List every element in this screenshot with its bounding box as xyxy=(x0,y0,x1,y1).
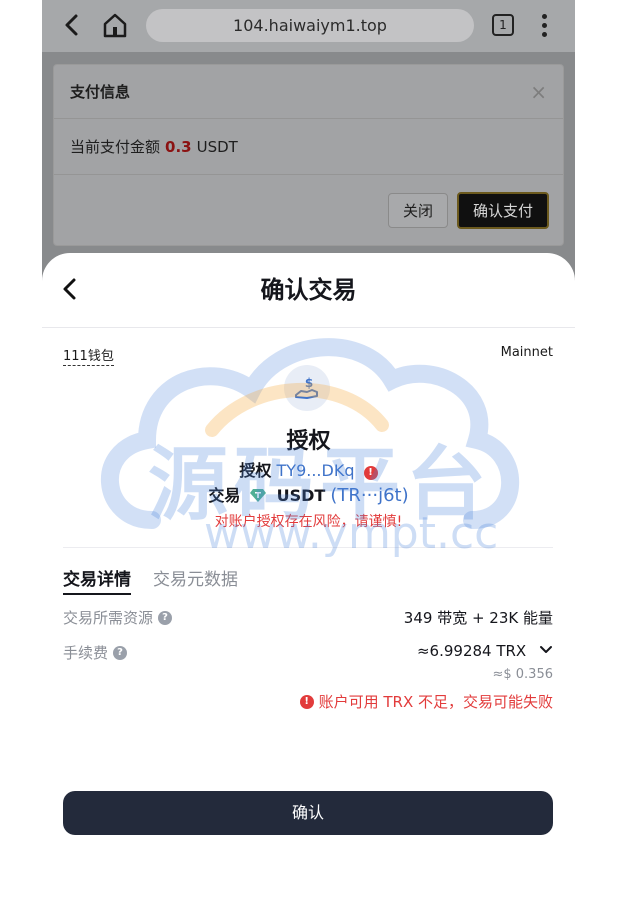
alert-icon: ! xyxy=(363,466,378,480)
trade-label: 交易 xyxy=(208,486,241,505)
fee-label: 手续费 xyxy=(63,644,109,662)
svg-text:$: $ xyxy=(305,376,313,390)
fee-value: ≈6.99284 TRX xyxy=(416,642,527,660)
confirm-transaction-sheet: 确认交易 111钱包 Mainnet $ 授权 授权 TY9...DKq ! 交… xyxy=(42,253,575,899)
dialog-body: 当前支付金额 0.3 USDT xyxy=(54,119,563,175)
confirm-button[interactable]: 确认 xyxy=(63,791,553,835)
left-margin xyxy=(0,0,42,899)
tab-metadata[interactable]: 交易元数据 xyxy=(153,565,238,595)
risk-warning: 对账户授权存在风险，请谨慎! xyxy=(214,514,403,530)
wallet-name[interactable]: 111钱包 xyxy=(63,345,114,366)
sheet-header: 确认交易 xyxy=(42,253,575,328)
authorize-line: 授权 TY9...DKq ! xyxy=(42,457,575,481)
insufficient-balance-warning: ! 账户可用 TRX 不足，交易可能失败 xyxy=(299,691,553,712)
address-bar[interactable]: 104.haiwaiym1.top xyxy=(146,9,474,42)
fee-row: 手续费 ? ≈6.99284 TRX xyxy=(63,642,553,663)
operation-title: 授权 xyxy=(286,429,331,454)
fee-usd-value: ≈$ 0.356 xyxy=(492,667,553,682)
detail-tabs: 交易详情 交易元数据 xyxy=(63,565,238,595)
hand-dollar-icon: $ xyxy=(284,365,330,411)
back-arrow-icon[interactable] xyxy=(60,271,84,307)
payment-amount: 0.3 xyxy=(165,137,192,156)
fee-value-wrap[interactable]: ≈6.99284 TRX xyxy=(417,642,553,663)
tab-details[interactable]: 交易详情 xyxy=(63,565,131,595)
close-button[interactable]: 关闭 xyxy=(387,192,448,228)
authorize-address[interactable]: TY9...DKq xyxy=(277,461,355,480)
resource-value: 349 带宽 + 23K 能量 xyxy=(403,609,553,627)
fee-label-wrap: 手续费 ? xyxy=(63,642,128,663)
payment-info-dialog: 支付信息 × 当前支付金额 0.3 USDT 关闭 确认支付 xyxy=(53,64,564,246)
more-menu-icon[interactable] xyxy=(538,12,550,40)
tab-count-icon[interactable]: 1 xyxy=(492,14,514,36)
chevron-down-icon xyxy=(540,646,552,653)
network-label: Mainnet xyxy=(500,345,553,360)
browser-toolbar: 104.haiwaiym1.top 1 xyxy=(42,0,575,52)
help-icon[interactable]: ? xyxy=(158,610,173,625)
resource-row: 交易所需资源 ? 349 带宽 + 23K 能量 xyxy=(63,607,553,628)
dialog-title: 支付信息 xyxy=(70,83,131,101)
warning-text: 账户可用 TRX 不足，交易可能失败 xyxy=(318,693,553,711)
resource-label-wrap: 交易所需资源 ? xyxy=(63,607,173,628)
token-symbol: USDT xyxy=(276,486,326,505)
authorize-label: 授权 xyxy=(239,461,272,480)
amount-prefix: 当前支付金额 xyxy=(70,138,161,156)
token-contract-address[interactable]: (TR···j6t) xyxy=(330,485,408,506)
dialog-footer: 关闭 确认支付 xyxy=(54,175,563,245)
resource-label: 交易所需资源 xyxy=(63,609,154,627)
dialog-header: 支付信息 × xyxy=(54,65,563,119)
right-margin xyxy=(575,0,619,899)
home-icon[interactable] xyxy=(100,10,130,40)
tether-diamond-icon xyxy=(250,487,267,502)
sheet-title: 确认交易 xyxy=(260,276,357,304)
help-icon[interactable]: ? xyxy=(113,645,128,660)
back-arrow-icon[interactable] xyxy=(62,10,86,40)
trade-line: 交易 USDT (TR···j6t) xyxy=(42,482,575,506)
divider xyxy=(63,547,553,548)
browser-viewport: 104.haiwaiym1.top 1 支付信息 × 当前支付金额 0.3 US… xyxy=(42,0,575,899)
payment-currency: USDT xyxy=(196,137,238,156)
close-icon[interactable]: × xyxy=(530,80,547,104)
alert-icon: ! xyxy=(299,694,314,709)
confirm-payment-button[interactable]: 确认支付 xyxy=(456,191,549,229)
